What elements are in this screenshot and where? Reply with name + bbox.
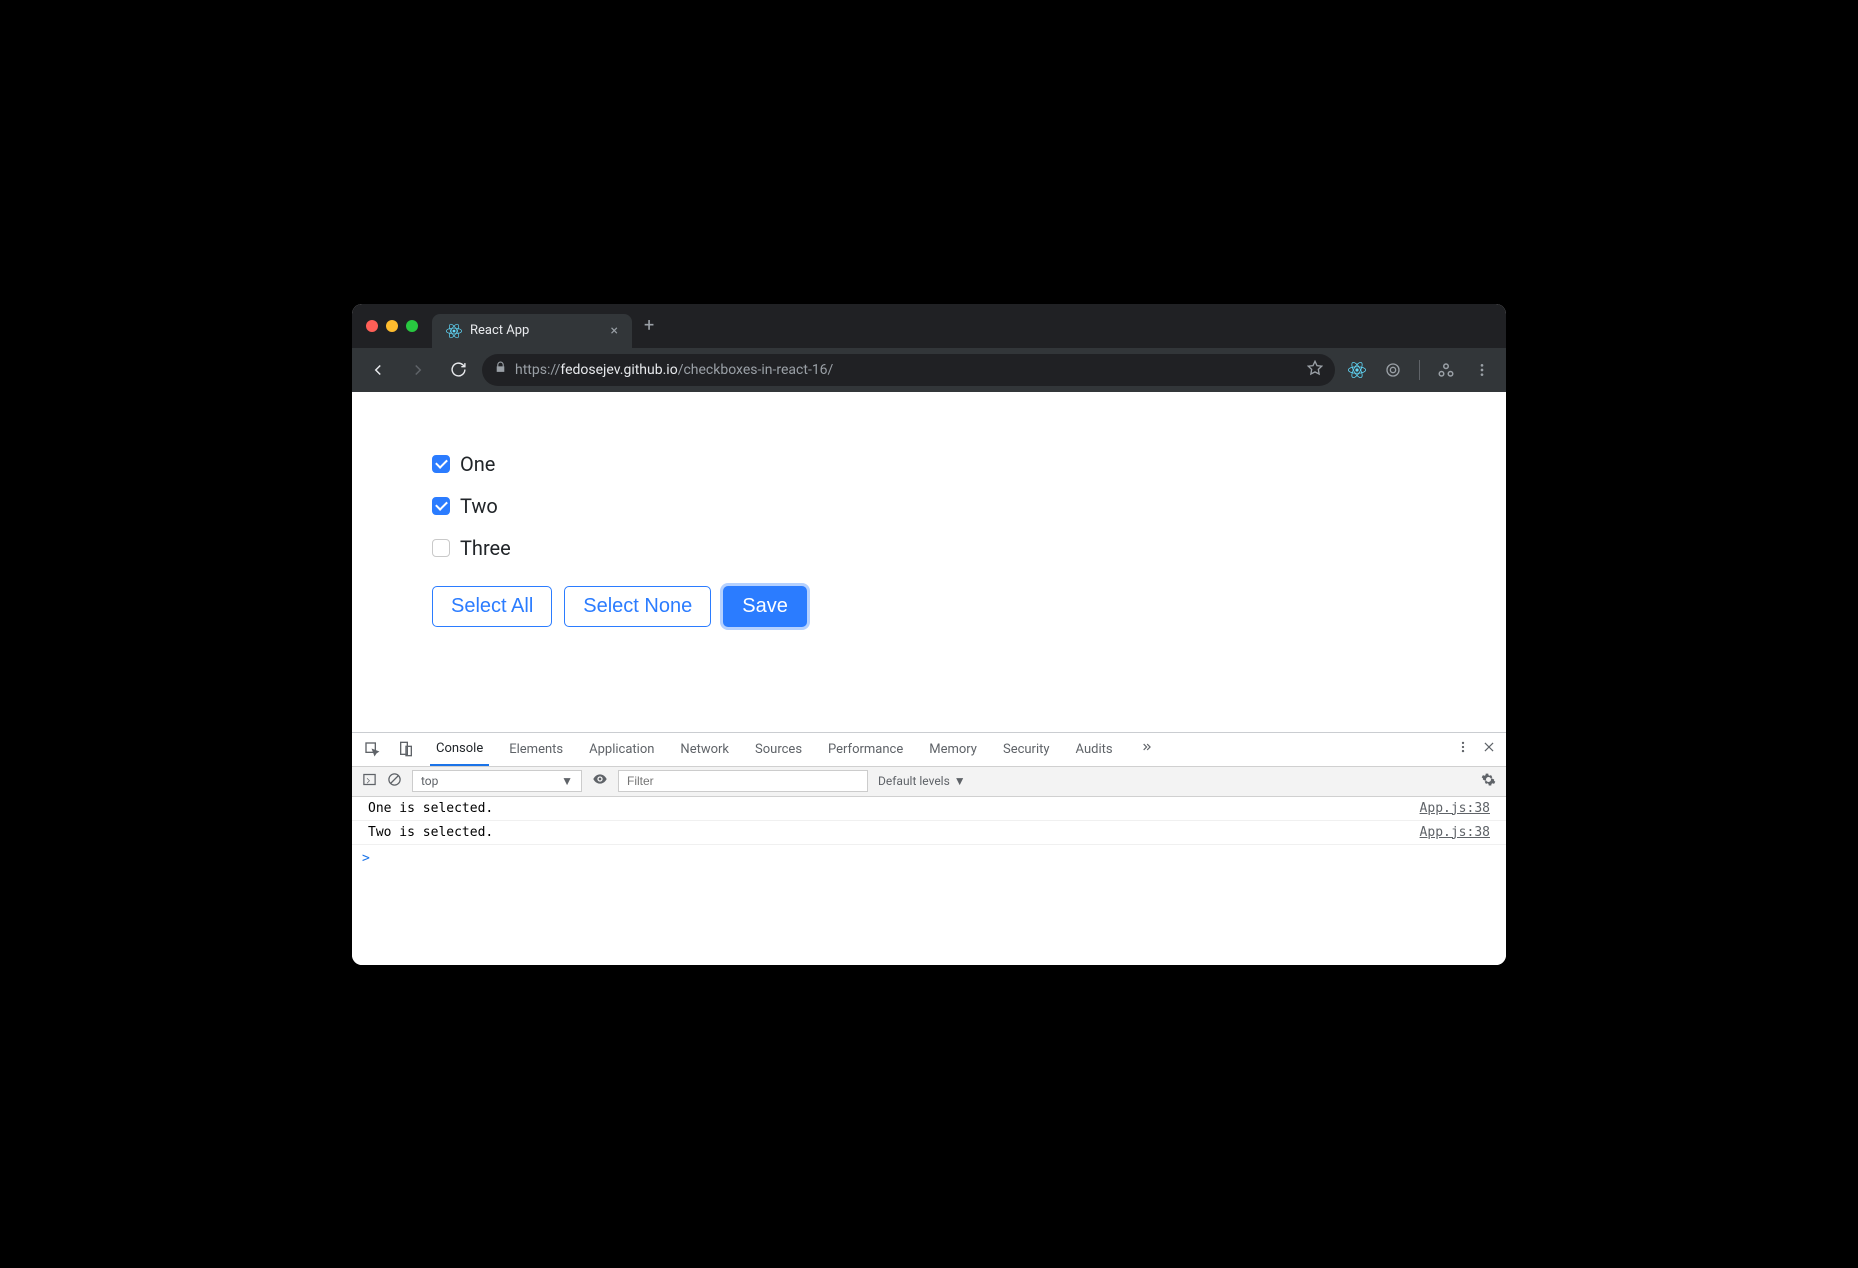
- save-button[interactable]: Save: [723, 586, 807, 627]
- log-message: One is selected.: [368, 801, 1420, 816]
- checkbox-row-two: Two: [432, 494, 1426, 518]
- chevron-down-icon: ▼: [561, 774, 573, 788]
- log-row: Two is selected. App.js:38: [352, 821, 1506, 845]
- console-output: One is selected. App.js:38 Two is select…: [352, 797, 1506, 845]
- nav-toolbar: https://fedosejev.github.io/checkboxes-i…: [352, 348, 1506, 392]
- checkbox-label[interactable]: Three: [460, 536, 511, 560]
- log-row: One is selected. App.js:38: [352, 797, 1506, 821]
- page-content: One Two Three Select All Select None Sav…: [352, 392, 1506, 732]
- devtools-right-controls: [1456, 740, 1496, 758]
- close-tab-icon[interactable]: ×: [611, 323, 618, 339]
- console-sidebar-toggle-icon[interactable]: [362, 772, 377, 791]
- devtools-tab-memory[interactable]: Memory: [923, 733, 983, 766]
- console-settings-icon[interactable]: [1481, 772, 1496, 791]
- url-host: fedosejev.github.io: [560, 362, 677, 378]
- devtools-tab-audits[interactable]: Audits: [1070, 733, 1119, 766]
- checkbox-label[interactable]: One: [460, 452, 495, 476]
- forward-button[interactable]: [402, 354, 434, 386]
- devtools-tab-network[interactable]: Network: [674, 733, 735, 766]
- address-bar[interactable]: https://fedosejev.github.io/checkboxes-i…: [482, 354, 1335, 386]
- device-toolbar-icon[interactable]: [396, 739, 416, 759]
- clear-console-icon[interactable]: [387, 772, 402, 791]
- devtools-menu-icon[interactable]: [1456, 740, 1470, 758]
- devtools-more-tabs-icon[interactable]: [1139, 740, 1153, 758]
- toolbar-divider: [1419, 360, 1420, 380]
- profile-icon[interactable]: [1432, 356, 1460, 384]
- devtools-tab-console[interactable]: Console: [430, 733, 489, 766]
- context-select[interactable]: top ▼: [412, 770, 582, 792]
- lock-icon: [494, 361, 507, 378]
- prompt-chevron-icon: >: [362, 851, 370, 866]
- devtools-tab-elements[interactable]: Elements: [503, 733, 569, 766]
- traffic-lights: [366, 320, 418, 332]
- context-select-value: top: [421, 774, 438, 788]
- new-tab-button[interactable]: +: [644, 315, 654, 336]
- chevron-down-icon: ▼: [954, 774, 966, 788]
- devtools-tabs: Console Elements Application Network Sou…: [352, 733, 1506, 767]
- devtools-panel: Console Elements Application Network Sou…: [352, 732, 1506, 965]
- filter-input[interactable]: [618, 770, 868, 792]
- checkbox-two[interactable]: [432, 497, 450, 515]
- checkbox-one[interactable]: [432, 455, 450, 473]
- log-levels-label: Default levels: [878, 774, 950, 788]
- react-devtools-icon[interactable]: [1343, 356, 1371, 384]
- log-levels-select[interactable]: Default levels ▼: [878, 774, 966, 788]
- checkbox-label[interactable]: Two: [460, 494, 498, 518]
- devtools-close-icon[interactable]: [1482, 740, 1496, 758]
- window-close-button[interactable]: [366, 320, 378, 332]
- log-source-link[interactable]: App.js:38: [1420, 825, 1490, 840]
- log-source-link[interactable]: App.js:38: [1420, 801, 1490, 816]
- live-expression-icon[interactable]: [592, 771, 608, 791]
- url-scheme: https://: [515, 362, 560, 378]
- titlebar: React App × +: [352, 304, 1506, 348]
- reload-button[interactable]: [442, 354, 474, 386]
- url-path: /checkboxes-in-react-16/: [678, 362, 834, 378]
- select-none-button[interactable]: Select None: [564, 586, 711, 627]
- tab-title: React App: [470, 323, 603, 338]
- console-prompt[interactable]: >: [352, 845, 1506, 965]
- back-button[interactable]: [362, 354, 394, 386]
- menu-icon[interactable]: [1468, 356, 1496, 384]
- button-row: Select All Select None Save: [432, 586, 1426, 627]
- checkbox-row-three: Three: [432, 536, 1426, 560]
- devtools-tab-security[interactable]: Security: [997, 733, 1056, 766]
- bookmark-icon[interactable]: [1307, 360, 1323, 380]
- devtools-tab-application[interactable]: Application: [583, 733, 660, 766]
- url-text: https://fedosejev.github.io/checkboxes-i…: [515, 362, 833, 378]
- window-minimize-button[interactable]: [386, 320, 398, 332]
- react-icon: [446, 323, 462, 339]
- window-maximize-button[interactable]: [406, 320, 418, 332]
- log-message: Two is selected.: [368, 825, 1420, 840]
- checkbox-three[interactable]: [432, 539, 450, 557]
- devtools-tab-performance[interactable]: Performance: [822, 733, 909, 766]
- console-toolbar: top ▼ Default levels ▼: [352, 767, 1506, 797]
- inspect-element-icon[interactable]: [362, 739, 382, 759]
- select-all-button[interactable]: Select All: [432, 586, 552, 627]
- devtools-tab-sources[interactable]: Sources: [749, 733, 808, 766]
- extension-icon[interactable]: [1379, 356, 1407, 384]
- checkbox-row-one: One: [432, 452, 1426, 476]
- browser-window: React App × + https://fedosejev.github.i…: [352, 304, 1506, 965]
- browser-tab[interactable]: React App ×: [432, 314, 632, 348]
